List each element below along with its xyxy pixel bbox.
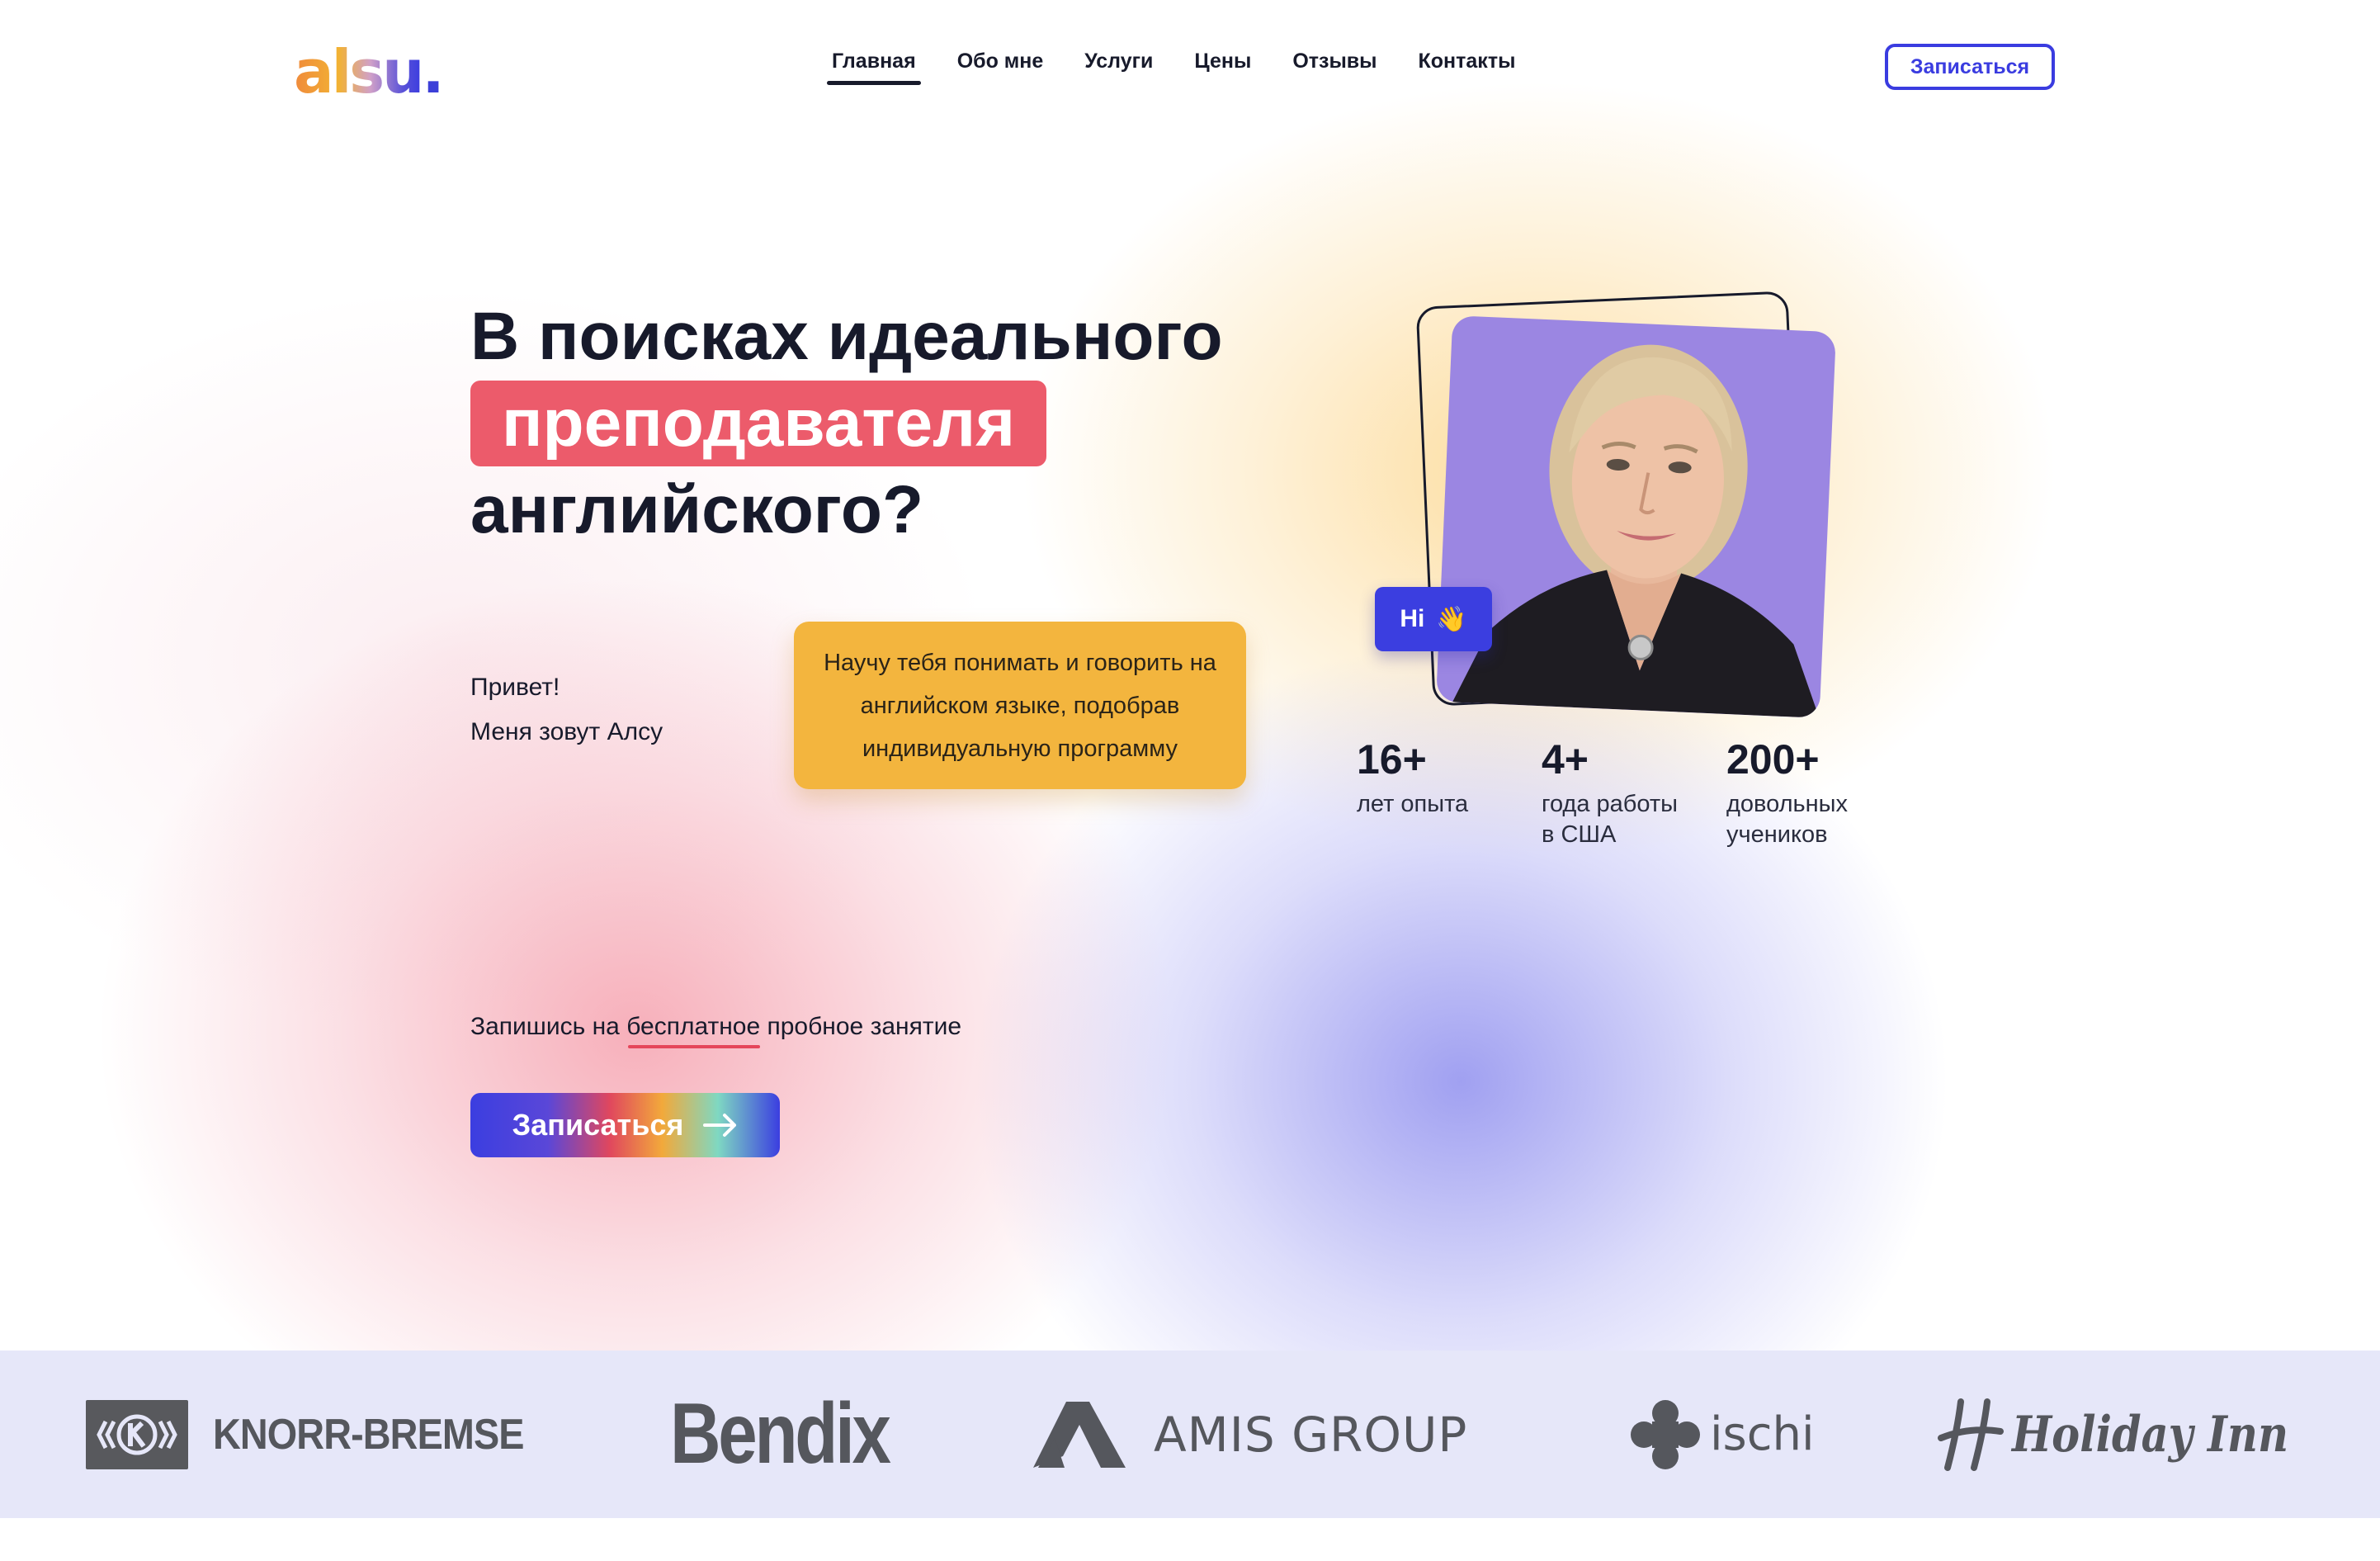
hero-title: В поисках идеального преподавателя англи… [470, 293, 1223, 553]
stat-experience: 16+ лет опыта [1357, 735, 1468, 820]
nav-item-services[interactable]: Услуги [1084, 50, 1153, 85]
hero-greeting: Привет! Меня зовут Алсу [470, 665, 663, 754]
speech-bubble: Научу тебя понимать и говорить на англий… [794, 622, 1246, 789]
client-logo-amis-group: AMIS GROUP [1030, 1351, 1467, 1518]
logo-text: alsu [294, 37, 424, 106]
clients-strip: KNORR-BREMSE Bendix AMIS GROUP ischi Hol… [0, 1351, 2380, 1518]
holiday-inn-h-icon [1938, 1398, 2004, 1471]
stat-value: 16+ [1357, 736, 1427, 783]
client-name: Holiday Inn [2012, 1405, 2289, 1464]
teacher-photo [1436, 315, 1836, 718]
signup-button-label: Записаться [512, 1108, 684, 1142]
nav-item-contacts[interactable]: Контакты [1419, 50, 1516, 85]
amis-group-mark-icon [1033, 1401, 1126, 1468]
client-name: ischi [1710, 1407, 1815, 1461]
site-logo[interactable]: alsu. [294, 35, 445, 109]
arrow-right-icon [703, 1114, 737, 1137]
client-logo-knorr-bremse: KNORR-BREMSE [86, 1351, 558, 1518]
client-name: Bendix [670, 1386, 891, 1482]
knorr-bremse-emblem-icon [86, 1399, 188, 1469]
hero-title-line3: английского? [470, 472, 924, 547]
stat-label: довольных учеников [1726, 789, 1848, 850]
nav-item-home[interactable]: Главная [827, 50, 921, 85]
stat-label: года работы в США [1542, 789, 1678, 850]
hero-title-highlight: преподавателя [470, 381, 1047, 466]
signup-button[interactable]: Записаться [470, 1093, 780, 1157]
logo-dot: . [422, 37, 444, 106]
hi-badge-text: Hi [1400, 605, 1425, 632]
greeting-line2: Меня зовут Алсу [470, 718, 663, 745]
stat-value: 4+ [1542, 736, 1589, 783]
main-nav: Главная Обо мне Услуги Цены Отзывы Конта… [827, 50, 1516, 85]
stat-label-line1: довольных [1726, 791, 1849, 817]
stat-label-line1: года работы [1542, 791, 1679, 817]
teacher-portrait-illustration [1452, 344, 1820, 718]
client-name: KNORR-BREMSE [213, 1410, 525, 1459]
nav-item-about[interactable]: Обо мне [957, 50, 1044, 85]
header-signup-button[interactable]: Записаться [1885, 44, 2055, 90]
stat-students: 200+ довольных учеников [1726, 735, 1848, 850]
client-name: AMIS GROUP [1154, 1406, 1468, 1463]
ischi-flower-icon [1631, 1399, 1700, 1469]
stat-usa: 4+ года работы в США [1542, 735, 1678, 850]
client-logo-bendix: Bendix [670, 1351, 937, 1518]
cta-text-before: Запишись на [470, 1013, 627, 1040]
hi-badge: Hi 👋 [1375, 587, 1492, 651]
stat-label-line2: в США [1542, 821, 1617, 848]
hero-title-line1: В поисках идеального [470, 299, 1223, 374]
nav-item-prices[interactable]: Цены [1194, 50, 1251, 85]
client-logo-holiday-inn: Holiday Inn [1936, 1351, 2337, 1518]
stat-label-line2: учеников [1726, 821, 1828, 848]
stat-label-line1: лет опыта [1357, 791, 1469, 817]
landing-page: alsu. Главная Обо мне Услуги Цены Отзывы… [0, 0, 2380, 1561]
stat-label: лет опыта [1357, 789, 1468, 820]
cta-text-underlined: бесплатное [626, 1013, 761, 1040]
free-lesson-text: Запишись на бесплатное пробное занятие [470, 1013, 961, 1041]
stat-value: 200+ [1726, 736, 1820, 783]
greeting-line1: Привет! [470, 674, 560, 701]
client-logo-ischi: ischi [1631, 1351, 1815, 1518]
waving-hand-icon: 👋 [1436, 605, 1467, 633]
nav-item-reviews[interactable]: Отзывы [1292, 50, 1377, 85]
cta-text-after: пробное занятие [760, 1013, 962, 1040]
